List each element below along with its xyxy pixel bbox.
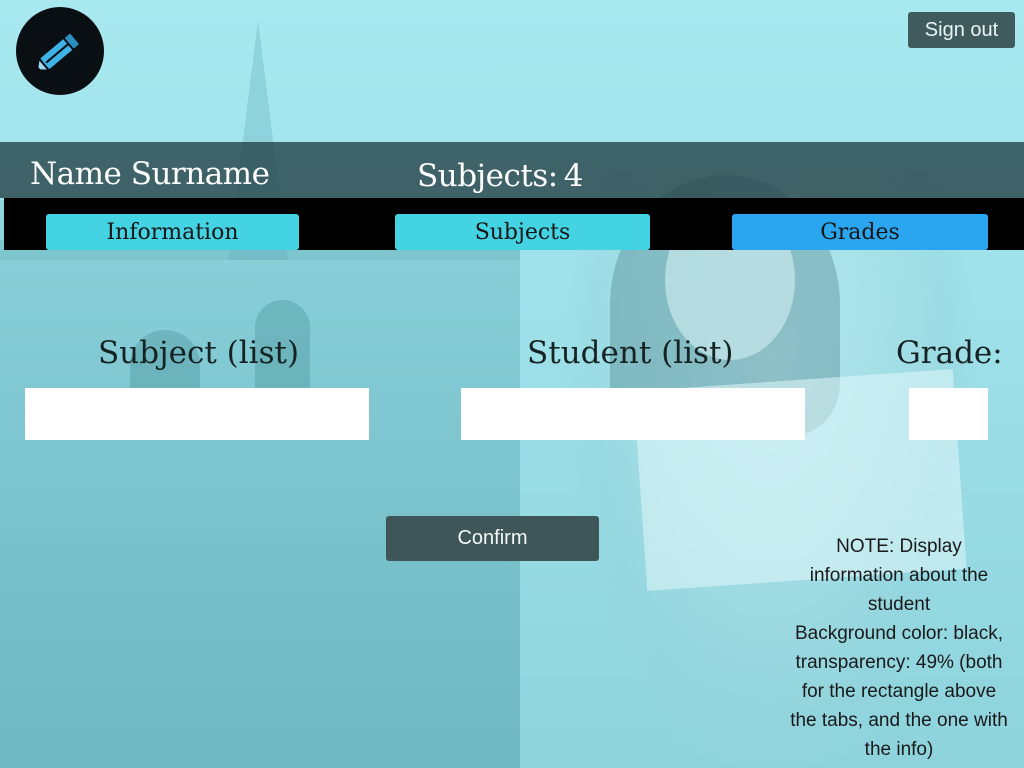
tab-information[interactable]: Information: [46, 214, 299, 250]
student-list-label: Student (list): [527, 335, 734, 371]
pencil-icon: [35, 31, 81, 72]
note-line: NOTE: Display: [836, 536, 962, 557]
confirm-button[interactable]: Confirm: [386, 516, 599, 561]
tab-grades[interactable]: Grades: [732, 214, 988, 250]
subjects-count: Subjects: 4: [417, 158, 583, 194]
grade-label: Grade:: [896, 335, 1003, 371]
note-line: Background color: black,: [794, 623, 1004, 644]
student-list-field[interactable]: [461, 388, 805, 440]
subjects-count-label: Subjects:: [417, 158, 558, 194]
note-line: the info): [864, 739, 934, 760]
note-line: transparency: 49% (both: [795, 652, 1003, 673]
subject-list-label: Subject (list): [98, 335, 300, 371]
tab-subjects[interactable]: Subjects: [395, 214, 650, 250]
note-line: student: [867, 594, 931, 615]
grade-field[interactable]: [909, 388, 988, 440]
user-name: Name Surname: [30, 156, 270, 192]
subject-list-field[interactable]: [25, 388, 369, 440]
note-line: for the rectangle above: [801, 681, 997, 702]
sign-out-button[interactable]: Sign out: [908, 12, 1015, 48]
note-line: information about the: [809, 565, 989, 586]
note-line: the tabs, and the one with: [790, 710, 1008, 731]
design-note: NOTE: Display information about the stud…: [774, 532, 1024, 764]
logo: [16, 7, 104, 95]
subjects-count-value: 4: [563, 158, 584, 194]
